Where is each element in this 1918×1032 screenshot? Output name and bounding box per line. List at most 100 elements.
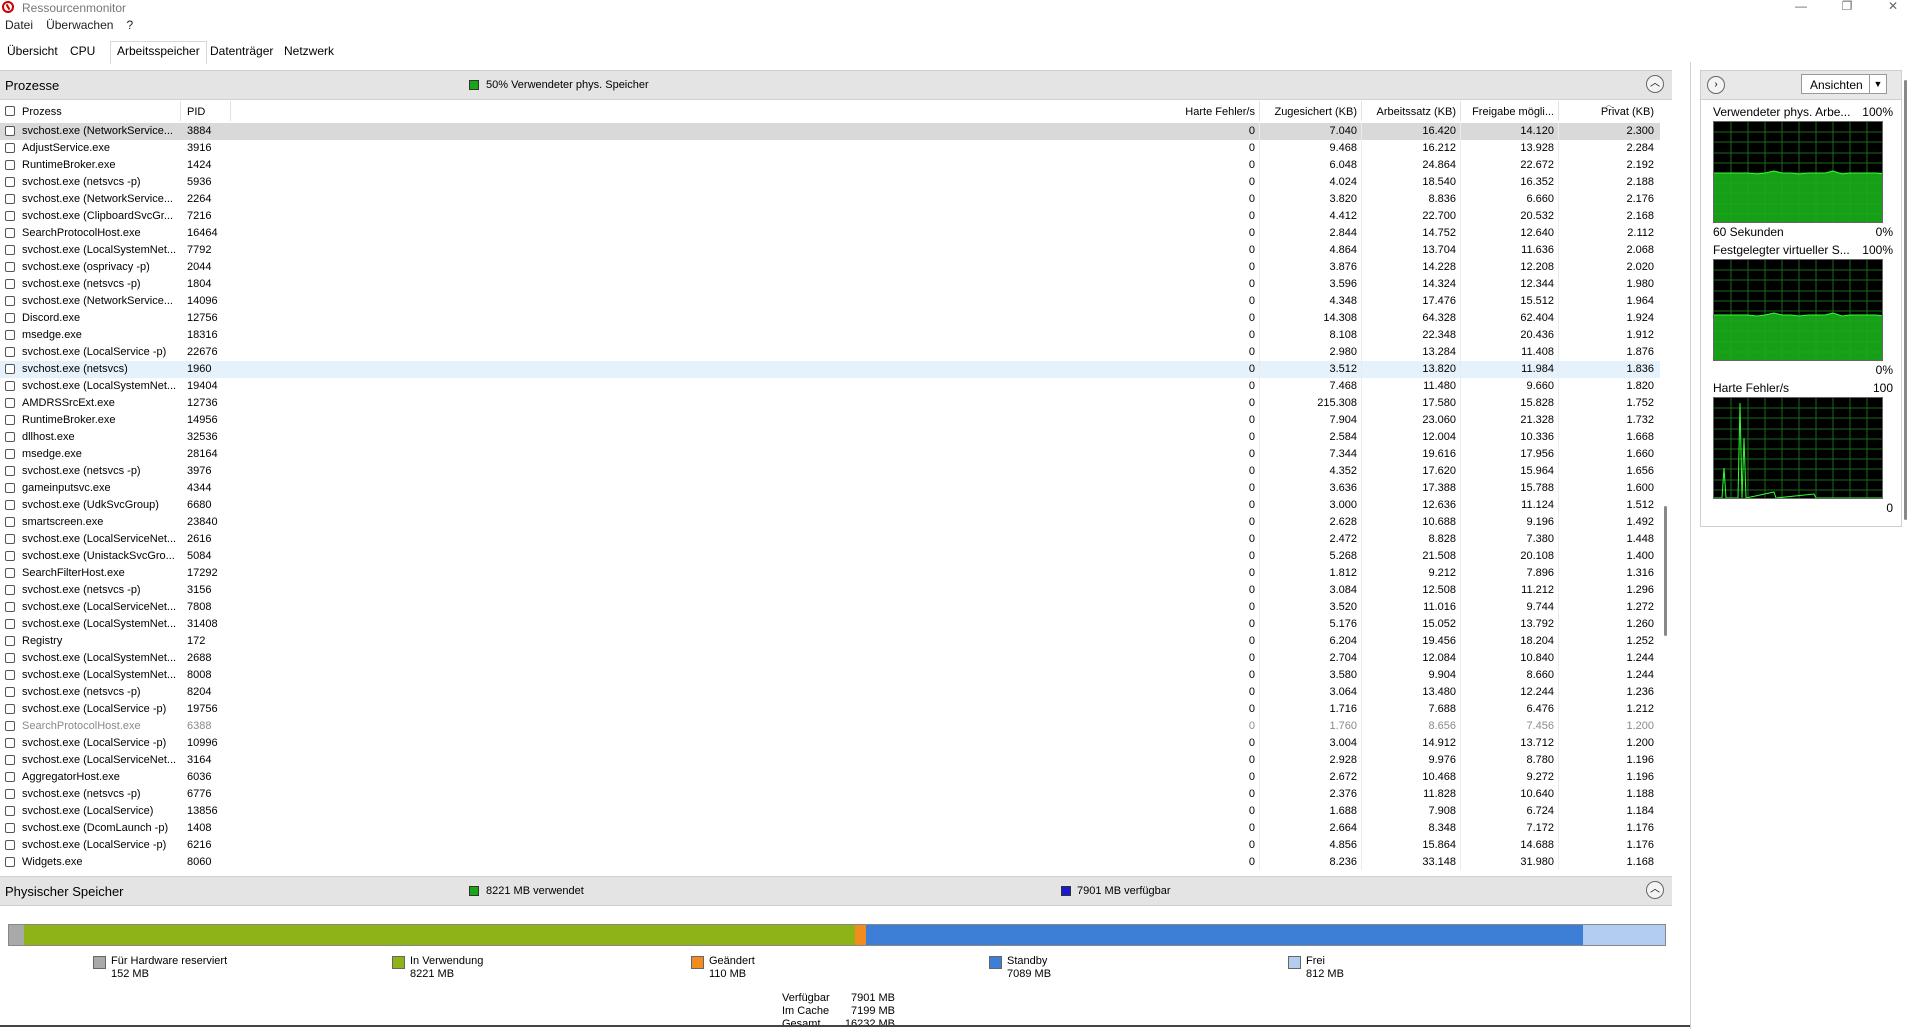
row-checkbox[interactable] [5,585,15,595]
table-row[interactable]: SearchProtocolHost.exe 6388 0 1.760 8.656 7.4… [0,718,1660,735]
row-checkbox[interactable] [5,381,15,391]
row-checkbox[interactable] [5,143,15,153]
row-checkbox[interactable] [5,313,15,323]
row-checkbox[interactable] [5,262,15,272]
row-checkbox[interactable] [5,653,15,663]
row-checkbox[interactable] [5,160,15,170]
row-checkbox[interactable] [5,704,15,714]
table-row[interactable]: svchost.exe (LocalSystemNet... 7792 0 4.864… [0,242,1660,259]
col-prozess[interactable]: Prozess [22,106,62,118]
table-row[interactable]: svchost.exe (LocalServiceNet... 7808 0 3.52… [0,599,1660,616]
views-dropdown[interactable]: Ansichten ▼ [1801,74,1887,94]
tab-uebersicht[interactable]: Übersicht [4,44,61,58]
col-harte-fehler[interactable]: Harte Fehler/s [1160,106,1255,118]
row-checkbox[interactable] [5,738,15,748]
row-checkbox[interactable] [5,721,15,731]
col-arbeitssatz[interactable]: Arbeitssatz (KB) [1364,106,1456,118]
table-row[interactable]: RuntimeBroker.exe 1424 0 6.048 24.864 22.672 2… [0,157,1660,174]
table-row[interactable]: svchost.exe (netsvcs) 1960 0 3.512 13.820 11.… [0,361,1660,378]
table-row[interactable]: dllhost.exe 32536 0 2.584 12.004 10.336 1.668 [0,429,1660,446]
tab-cpu[interactable]: CPU [67,44,98,58]
row-checkbox[interactable] [5,670,15,680]
select-all-checkbox[interactable] [5,106,15,116]
table-row[interactable]: svchost.exe (LocalService -p) 10996 0 3.004… [0,735,1660,752]
menu-ueberwachen[interactable]: Überwachen [41,18,118,32]
table-row[interactable]: svchost.exe (NetworkService... 14096 0 4.34… [0,293,1660,310]
row-checkbox[interactable] [5,789,15,799]
row-checkbox[interactable] [5,857,15,867]
tab-netzwerk[interactable]: Netzwerk [281,44,337,58]
row-checkbox[interactable] [5,636,15,646]
physical-memory-panel-header[interactable]: Physischer Speicher 8221 MB verwendet 79… [0,876,1672,906]
graphs-scrollbar[interactable] [1900,70,1912,525]
row-checkbox[interactable] [5,432,15,442]
table-row[interactable]: svchost.exe (LocalService -p) 19756 0 1.716… [0,701,1660,718]
table-row[interactable]: msedge.exe 18316 0 8.108 22.348 20.436 1.912 [0,327,1660,344]
table-row[interactable]: svchost.exe (netsvcs -p) 3156 0 3.084 12.508… [0,582,1660,599]
row-checkbox[interactable] [5,806,15,816]
table-row[interactable]: svchost.exe (LocalService) 13856 0 1.688 7.9… [0,803,1660,820]
row-checkbox[interactable] [5,347,15,357]
table-row[interactable]: Widgets.exe 8060 0 8.236 33.148 31.980 1.168 [0,854,1660,870]
col-pid[interactable]: PID [187,106,205,118]
row-checkbox[interactable] [5,296,15,306]
row-checkbox[interactable] [5,534,15,544]
table-row[interactable]: svchost.exe (LocalServiceNet... 2616 0 2.47… [0,531,1660,548]
row-checkbox[interactable] [5,228,15,238]
tab-arbeitsspeicher[interactable]: Arbeitsspeicher [110,41,207,64]
table-row[interactable]: smartscreen.exe 23840 0 2.628 10.688 9.196 1.4… [0,514,1660,531]
collapse-physical-memory-button[interactable]: ︿ [1646,881,1664,899]
table-row[interactable]: svchost.exe (netsvcs -p) 6776 0 2.376 11.828… [0,786,1660,803]
close-button[interactable]: ✕ [1870,0,1916,16]
table-row[interactable]: svchost.exe (LocalServiceNet... 3164 0 2.92… [0,752,1660,769]
scrollbar-thumb[interactable] [1664,506,1667,636]
table-row[interactable]: svchost.exe (UdkSvcGroup) 6680 0 3.000 12.63… [0,497,1660,514]
row-checkbox[interactable] [5,245,15,255]
table-row[interactable]: gameinputsvc.exe 4344 0 3.636 17.388 15.788 1.… [0,480,1660,497]
table-row[interactable]: msedge.exe 28164 0 7.344 19.616 17.956 1.660 [0,446,1660,463]
collapse-processes-button[interactable]: ︿ [1646,75,1664,93]
row-checkbox[interactable] [5,483,15,493]
table-row[interactable]: svchost.exe (LocalSystemNet... 19404 0 7.46… [0,378,1660,395]
table-row[interactable]: svchost.exe (LocalService -p) 6216 0 4.856 1… [0,837,1660,854]
table-row[interactable]: Registry 172 0 6.204 19.456 18.204 1.252 [0,633,1660,650]
row-checkbox[interactable] [5,500,15,510]
row-checkbox[interactable] [5,619,15,629]
row-checkbox[interactable] [5,602,15,612]
table-row[interactable]: svchost.exe (NetworkService... 2264 0 3.820… [0,191,1660,208]
table-row[interactable]: svchost.exe (netsvcs -p) 8204 0 3.064 13.480… [0,684,1660,701]
table-row[interactable]: svchost.exe (netsvcs -p) 5936 0 4.024 18.540… [0,174,1660,191]
col-zugesichert[interactable]: Zugesichert (KB) [1262,106,1357,118]
table-row[interactable]: svchost.exe (LocalSystemNet... 31408 0 5.17… [0,616,1660,633]
minimize-button[interactable]: — [1778,0,1824,16]
table-row[interactable]: svchost.exe (netsvcs -p) 1804 0 3.596 14.324… [0,276,1660,293]
row-checkbox[interactable] [5,398,15,408]
row-checkbox[interactable] [5,177,15,187]
maximize-button[interactable]: ❐ [1824,0,1870,16]
table-row[interactable]: svchost.exe (DcomLaunch -p) 1408 0 2.664 8.3… [0,820,1660,837]
row-checkbox[interactable] [5,466,15,476]
table-row[interactable]: svchost.exe (LocalSystemNet... 8008 0 3.580… [0,667,1660,684]
table-row[interactable]: svchost.exe (osprivacy -p) 2044 0 3.876 14.2… [0,259,1660,276]
graphs-scrollbar-thumb[interactable] [1904,80,1907,520]
tab-datentraeger[interactable]: Datenträger [207,44,276,58]
row-checkbox[interactable] [5,687,15,697]
table-row[interactable]: svchost.exe (NetworkService... 3884 0 7.040… [0,123,1660,140]
table-row[interactable]: svchost.exe (LocalService -p) 22676 0 2.980… [0,344,1660,361]
row-checkbox[interactable] [5,517,15,527]
table-row[interactable]: Discord.exe 12756 0 14.308 64.328 62.404 1.924 [0,310,1660,327]
expand-graphs-button[interactable]: › [1707,76,1725,94]
row-checkbox[interactable] [5,772,15,782]
row-checkbox[interactable] [5,279,15,289]
table-row[interactable]: AMDRSSrcExt.exe 12736 0 215.308 17.580 15.828… [0,395,1660,412]
row-checkbox[interactable] [5,330,15,340]
row-checkbox[interactable] [5,823,15,833]
row-checkbox[interactable] [5,551,15,561]
process-table-scrollbar[interactable] [1660,101,1672,870]
row-checkbox[interactable] [5,364,15,374]
row-checkbox[interactable] [5,568,15,578]
row-checkbox[interactable] [5,755,15,765]
processes-panel-header[interactable]: Prozesse 50% Verwendeter phys. Speicher … [0,70,1672,100]
menu-help[interactable]: ? [122,18,139,32]
table-row[interactable]: AdjustService.exe 3916 0 9.468 16.212 13.928 2… [0,140,1660,157]
